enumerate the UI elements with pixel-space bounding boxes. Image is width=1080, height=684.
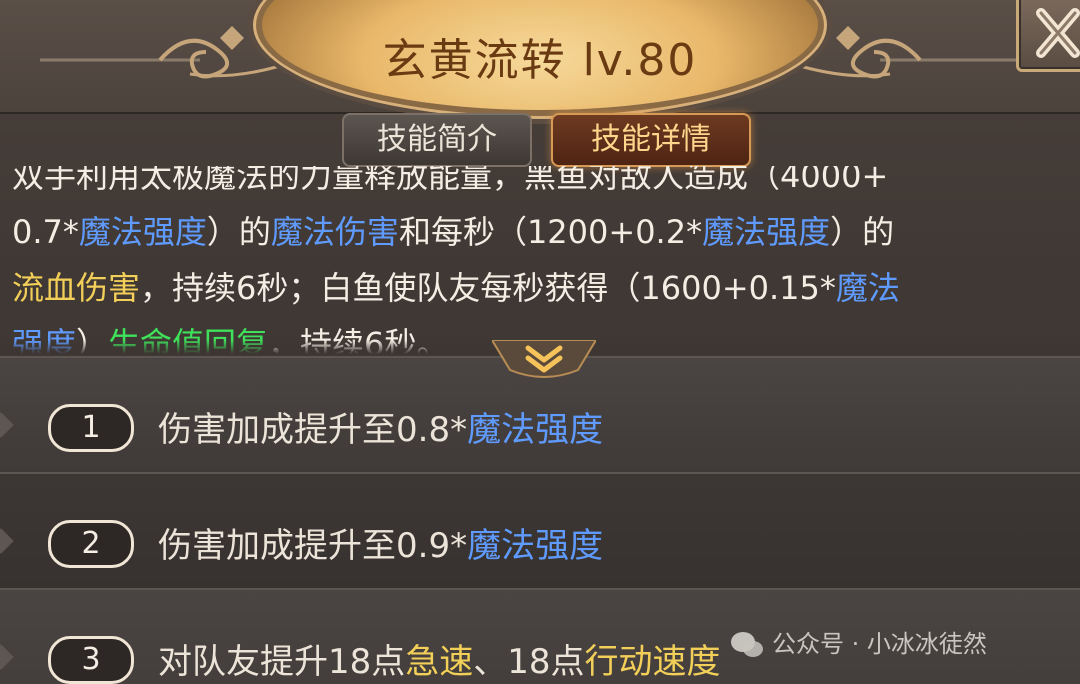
skill-description: 双手利用太极魔法的力量释放能量，黑鱼对敌人造成（4000+ 0.7*魔法强度）的… [12, 166, 1072, 354]
skill-detail-panel: 玄黄流转 lv.80 技能简介 技能详情 双手利用太极魔法的力量释放能量，黑鱼对… [0, 0, 1080, 684]
keyword-magic-power: 魔法强度 [467, 410, 604, 450]
keyword-bleed-damage: 流血伤害 [12, 269, 141, 307]
upgrade-text: 伤害加成提升至0.9*魔法强度 [158, 518, 603, 567]
close-button[interactable] [1016, 0, 1080, 72]
description-text: ，持续6秒；白鱼使队友每秒获得（1600+0.15* [140, 269, 836, 307]
upgrade-prefix: 伤害加成提升至0.9* [158, 526, 468, 566]
wechat-icon [731, 632, 763, 657]
description-line: 双手利用太极魔法的力量释放能量，黑鱼对敌人造成（4000+ [12, 166, 1072, 204]
skill-title: 玄黄流转 lv.80 [382, 35, 698, 86]
watermark: 公众号 · 小冰冰徒然 [730, 624, 987, 660]
upgrade-number-badge: 3 [48, 636, 134, 684]
description-text: 0.7* [12, 213, 79, 251]
watermark-text: 公众号 · 小冰冰徒然 [772, 630, 987, 658]
keyword-haste: 急速 [405, 642, 474, 682]
keyword-magic-power: 魔法 [835, 269, 900, 307]
description-text: ）的 [830, 213, 895, 251]
upgrade-number-badge: 2 [48, 520, 134, 568]
description-text: ）的 [206, 213, 271, 251]
upgrade-row: 2 伤害加成提升至0.9*魔法强度 [0, 472, 1080, 588]
upgrade-number-badge: 1 [48, 404, 134, 452]
description-text: 和每秒（1200+0.2* [398, 213, 703, 251]
row-diamond-icon [0, 412, 14, 438]
upgrade-text: 伤害加成提升至0.8*魔法强度 [158, 402, 603, 451]
upgrade-prefix: 对队友提升18点 [158, 642, 406, 682]
description-text: 双手利用太极魔法的力量释放能量，黑鱼对敌人造成（4000+ [12, 166, 889, 195]
close-icon [1036, 8, 1080, 58]
expand-button[interactable] [492, 340, 596, 378]
row-diamond-icon [0, 528, 14, 554]
keyword-magic-power: 魔法强度 [467, 526, 604, 566]
keyword-magic-damage: 魔法伤害 [270, 213, 399, 251]
ornament-right-icon [799, 26, 1040, 79]
keyword-action-speed: 行动速度 [584, 642, 721, 682]
keyword-magic-power: 魔法强度 [78, 213, 207, 251]
upgrade-text: 对队友提升18点急速、18点行动速度 [158, 634, 721, 683]
tab-skill-detail[interactable]: 技能详情 [551, 113, 751, 167]
ornament-left-icon [40, 26, 281, 79]
tab-skill-intro[interactable]: 技能简介 [342, 113, 532, 167]
row-diamond-icon [0, 644, 14, 670]
keyword-magic-power: 魔法强度 [702, 213, 831, 251]
description-line: 流血伤害，持续6秒；白鱼使队友每秒获得（1600+0.15*魔法 [12, 260, 1072, 316]
description-line: 0.7*魔法强度）的魔法伤害和每秒（1200+0.2*魔法强度）的 [12, 204, 1072, 260]
upgrade-prefix: 伤害加成提升至0.8* [158, 410, 468, 450]
upgrade-middle: 、18点 [473, 642, 585, 682]
header: 玄黄流转 lv.80 [0, 0, 1080, 114]
